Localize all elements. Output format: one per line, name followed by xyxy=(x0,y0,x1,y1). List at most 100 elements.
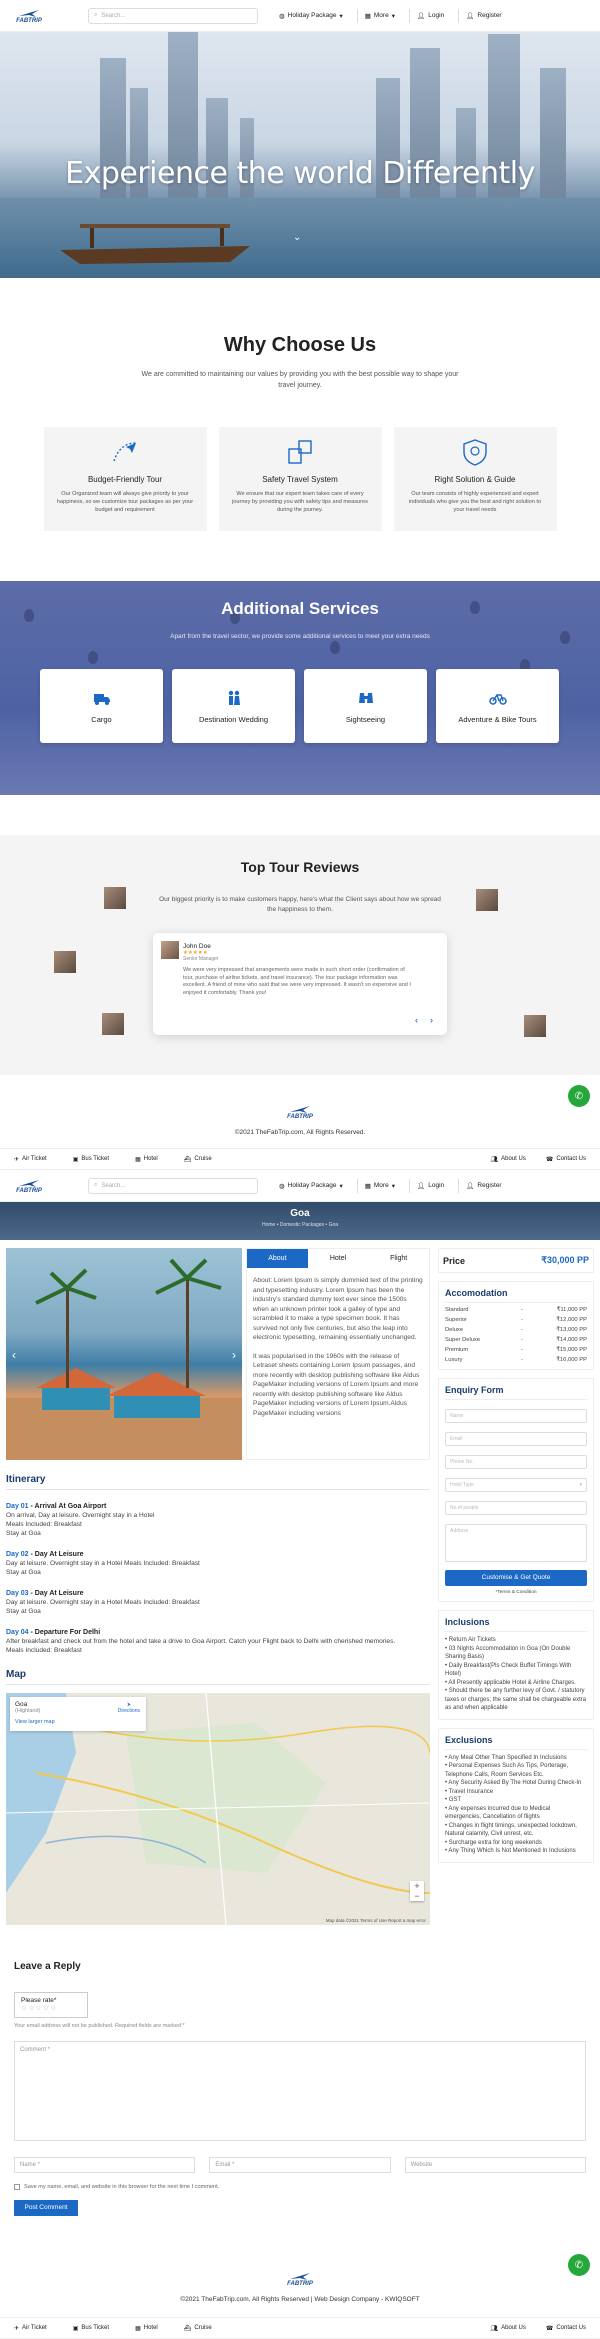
nav-bus-ticket[interactable]: ▣ Bus Ticket xyxy=(73,2325,109,2332)
hotel-type-select[interactable]: Hotel Type ▾ xyxy=(445,1478,587,1492)
gallery-prev-icon[interactable]: ‹ xyxy=(12,1348,16,1362)
scroll-down-icon[interactable]: ⌄ xyxy=(293,232,301,243)
address-field[interactable]: Address xyxy=(445,1524,587,1562)
nav-hotel[interactable]: ▦ Hotel xyxy=(135,1156,158,1163)
nav-about-us[interactable]: 👥︎ About Us xyxy=(491,1156,526,1163)
name-field[interactable]: Name xyxy=(445,1409,587,1423)
whatsapp-icon[interactable]: ✆ xyxy=(568,2254,590,2276)
nav-hotel[interactable]: ▦ Hotel xyxy=(135,2325,158,2332)
avatar[interactable] xyxy=(102,1013,124,1035)
tab-flight[interactable]: Flight xyxy=(368,1249,429,1268)
reviewer-role: Senior Manager xyxy=(183,956,219,962)
phone-icon: ☎ xyxy=(545,2325,554,2332)
post-comment-button[interactable]: Post Comment xyxy=(14,2200,78,2216)
day-detail: Meals Included: Breakfast xyxy=(6,1647,82,1654)
itinerary-day: Day 01 - Arrival At Goa Airport On arriv… xyxy=(6,1502,430,1538)
directions-button[interactable]: ⮞ Directions xyxy=(118,1702,140,1714)
logo-text: FABTRIP xyxy=(287,2281,313,2287)
avatar[interactable] xyxy=(524,1015,546,1037)
nav-label: Air Ticket xyxy=(22,2325,47,2331)
directions-label: Directions xyxy=(117,1708,140,1714)
whatsapp-icon[interactable]: ✆ xyxy=(568,1085,590,1107)
exclusion-item: • Surcharge extra for long weekends xyxy=(445,1839,542,1846)
embedded-map[interactable]: Goa (Highland) View larger map ⮞ Directio… xyxy=(6,1693,430,1925)
prev-arrow-icon[interactable]: ‹ xyxy=(415,1015,418,1025)
reviews-section: Top Tour Reviews Our biggest priority is… xyxy=(0,835,600,1075)
register-button[interactable]: 👤︎ Register xyxy=(458,1178,508,1193)
checkbox-box[interactable] xyxy=(14,2184,20,2190)
services-subtitle: Apart from the travel sector, we provide… xyxy=(170,633,430,640)
why-title: Why Choose Us xyxy=(223,334,377,356)
nav-cruise[interactable]: ⛴ Cruise xyxy=(184,1156,212,1163)
holiday-package-menu[interactable]: ◍ Holiday Package ▾ xyxy=(272,9,350,23)
more-menu[interactable]: ▦ More ▾ xyxy=(356,1178,402,1193)
holiday-package-menu[interactable]: ◍ Holiday Package ▾ xyxy=(272,1179,350,1193)
comment-email-field[interactable]: Email * xyxy=(209,2157,391,2173)
phone-field[interactable]: Phone No. xyxy=(445,1455,587,1469)
tab-about[interactable]: About xyxy=(247,1249,308,1268)
avatar[interactable] xyxy=(104,887,126,909)
nav-air-ticket[interactable]: ✈ Air Ticket xyxy=(14,1156,47,1163)
service-card-wedding[interactable]: Destination Wedding xyxy=(172,669,295,743)
inclusions-box: Inclusions • Return Air Tickets • 03 Nig… xyxy=(438,1610,594,1720)
site-logo[interactable]: FABTRIP xyxy=(10,5,48,27)
why-card: Right Solution & Guide Our team consists… xyxy=(393,427,557,531)
chevron-down-icon: ▾ xyxy=(339,12,343,20)
zoom-in-button[interactable]: + xyxy=(410,1881,424,1891)
register-button[interactable]: 👤︎ Register xyxy=(458,8,508,23)
day-number: Day 03 xyxy=(6,1590,29,1597)
terms-link[interactable]: *Terms & Condition xyxy=(445,1590,587,1595)
bottom-nav: ✈ Air Ticket ▣ Bus Ticket ▦ Hotel ⛴ Cruise 👥… xyxy=(0,2317,600,2339)
comment-textarea[interactable]: Comment * xyxy=(14,2041,586,2141)
gallery-next-icon[interactable]: › xyxy=(232,1348,236,1362)
footer-logo[interactable]: FABTRIP xyxy=(281,2268,319,2290)
zoom-out-button[interactable]: − xyxy=(410,1891,424,1901)
search-input[interactable]: ⌕ Search... xyxy=(88,1177,258,1194)
comment-website-field[interactable]: Website xyxy=(404,2157,586,2173)
rating-stars[interactable]: ☆☆☆☆☆ xyxy=(21,2004,81,2012)
user-plus-icon: 👤︎ xyxy=(466,12,475,20)
services-title: Additional Services xyxy=(221,599,379,618)
nav-about-us[interactable]: 👥︎ About Us xyxy=(491,2325,526,2332)
tab-hotel[interactable]: Hotel xyxy=(308,1249,369,1268)
chevron-down-icon: ▾ xyxy=(339,1182,343,1190)
login-button[interactable]: 👤︎ Login xyxy=(408,8,451,23)
avatar[interactable] xyxy=(476,889,498,911)
email-field[interactable]: Email xyxy=(445,1432,587,1446)
footer-logo[interactable]: FABTRIP xyxy=(281,1101,319,1123)
couple-icon xyxy=(228,690,240,705)
avatar[interactable] xyxy=(54,951,76,973)
service-card-sightseeing[interactable]: Sightseeing xyxy=(304,669,427,743)
nav-contact-us[interactable]: ☎ Contact Us xyxy=(546,2325,586,2332)
nav-cruise[interactable]: ⛴ Cruise xyxy=(184,2325,212,2332)
more-label: More xyxy=(373,1182,389,1189)
more-menu[interactable]: ▦ More ▾ xyxy=(356,8,402,23)
nav-air-ticket[interactable]: ✈ Air Ticket xyxy=(14,2325,47,2332)
save-info-checkbox[interactable]: Save my name, email, and website in this… xyxy=(14,2184,586,2190)
nav-contact-us[interactable]: ☎ Contact Us xyxy=(546,1156,586,1163)
inclusions-title: Inclusions xyxy=(445,1617,587,1632)
next-arrow-icon[interactable]: › xyxy=(430,1015,433,1025)
enquiry-form: Enquiry Form Name Email Phone No. Hotel … xyxy=(438,1378,594,1602)
ship-icon: ⛴ xyxy=(183,2325,192,2332)
about-paragraph: It was popularised in the 1960s with the… xyxy=(253,1352,420,1417)
accommodation-row: Super Deluxe - ₹14,000 PP xyxy=(445,1337,587,1343)
reply-title: Leave a Reply xyxy=(14,1961,81,1972)
comment-name-field[interactable]: Name * xyxy=(14,2157,196,2173)
ship-icon: ⛴ xyxy=(183,1156,192,1163)
login-button[interactable]: 👤︎ Login xyxy=(408,1178,451,1193)
accommodation-price: ₹14,000 PP xyxy=(556,1337,587,1343)
breadcrumb[interactable]: Home • Domestic Packages • Goa xyxy=(0,1222,600,1228)
tour-gallery: ‹ › xyxy=(6,1248,242,1460)
nav-bus-ticket[interactable]: ▣ Bus Ticket xyxy=(73,1156,109,1163)
rating-input[interactable]: Please rate* ☆☆☆☆☆ xyxy=(14,1992,88,2018)
service-card-adventure[interactable]: Adventure & Bike Tours xyxy=(436,669,559,743)
map-attribution[interactable]: Map data ©2021 Terms of Use Report a map… xyxy=(326,1918,426,1923)
people-count-field[interactable]: No.of people xyxy=(445,1501,587,1515)
site-logo[interactable]: FABTRIP xyxy=(10,1175,48,1197)
service-card-cargo[interactable]: Cargo xyxy=(40,669,163,743)
get-quote-button[interactable]: Customise & Get Quote xyxy=(445,1570,587,1586)
exclusion-item: • Any Meal Other Than Specified In Inclu… xyxy=(445,1754,567,1761)
view-larger-map-link[interactable]: View larger map xyxy=(15,1719,141,1725)
search-input[interactable]: ⌕ Search... xyxy=(88,7,258,24)
